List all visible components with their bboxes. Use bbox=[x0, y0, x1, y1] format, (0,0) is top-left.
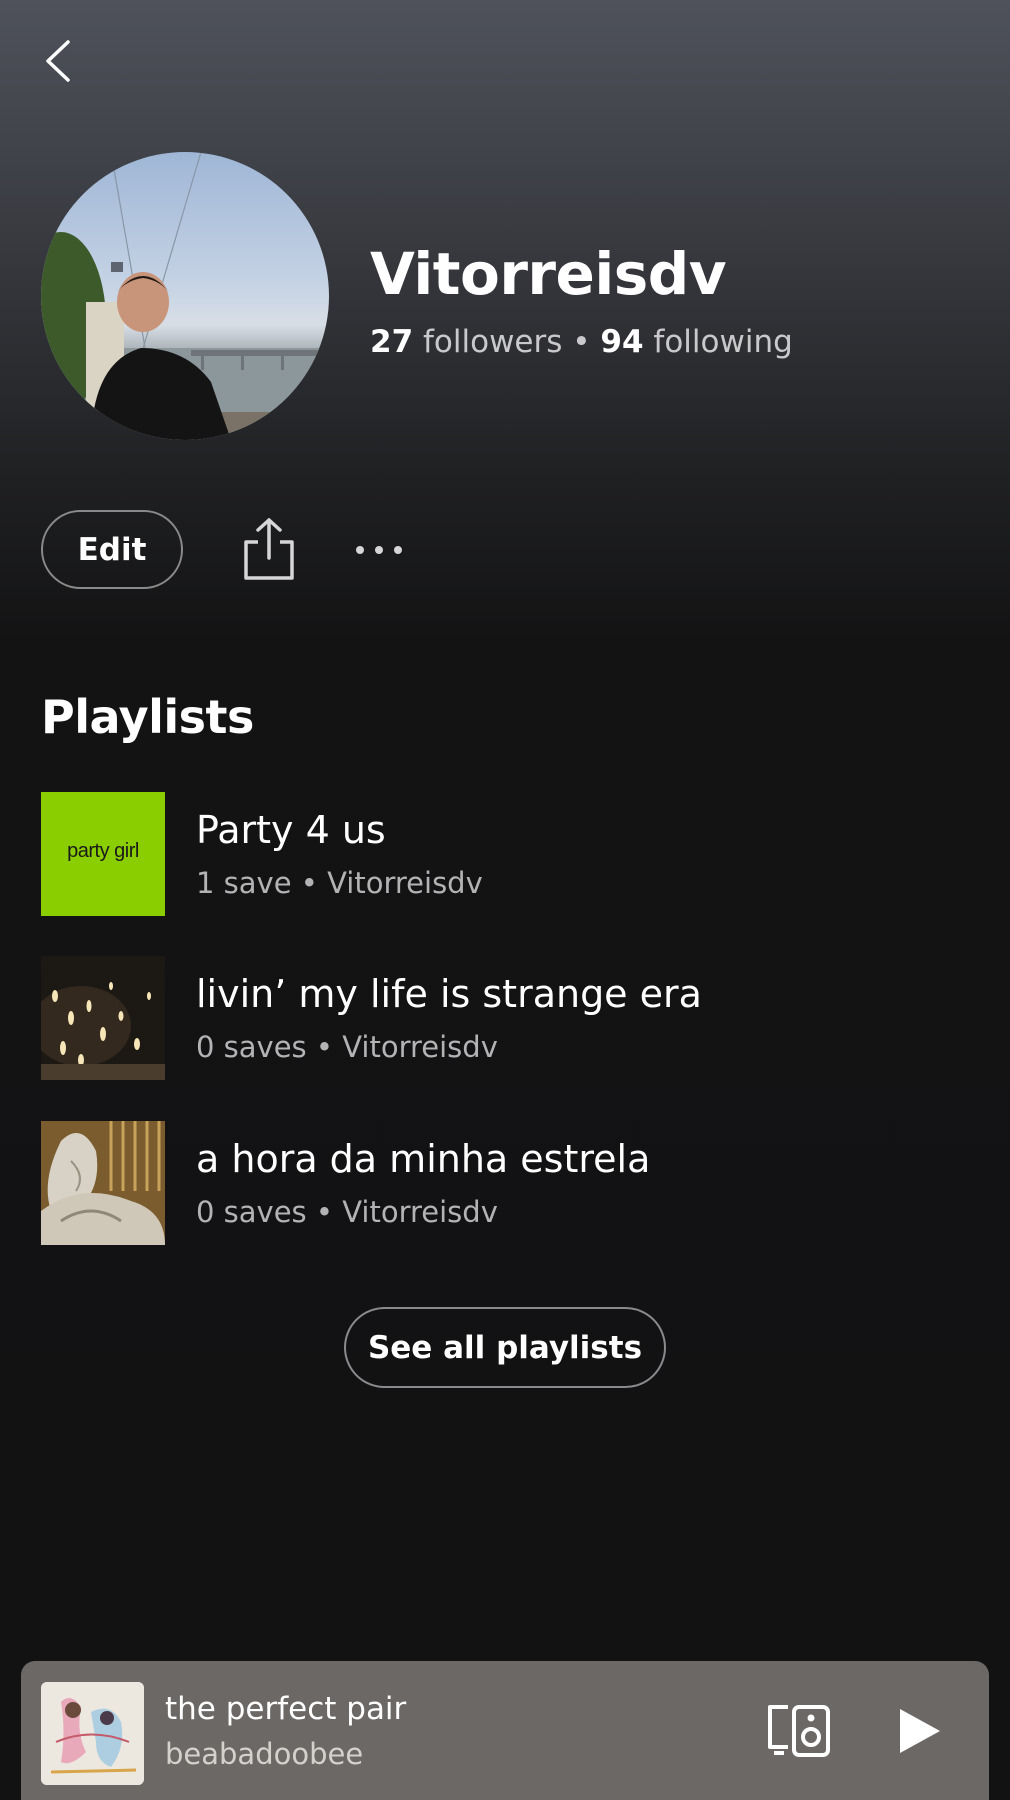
now-playing-album-art bbox=[41, 1682, 144, 1785]
play-icon bbox=[900, 1709, 940, 1753]
playlist-item[interactable]: a hora da minha estrela 0 saves • Vitorr… bbox=[41, 1121, 941, 1245]
playlist-title: Party 4 us bbox=[196, 808, 386, 852]
now-playing-title: the perfect pair bbox=[165, 1691, 407, 1727]
playlist-subtitle: 0 saves • Vitorreisdv bbox=[196, 1030, 498, 1064]
playlist-cover: party girl bbox=[41, 792, 165, 916]
playlist-title: a hora da minha estrela bbox=[196, 1137, 651, 1181]
share-button[interactable] bbox=[240, 516, 298, 582]
playlist-cover-text: party girl bbox=[67, 840, 139, 862]
album-art-image bbox=[41, 1682, 144, 1785]
profile-photo bbox=[41, 152, 329, 440]
more-options-button[interactable] bbox=[354, 530, 404, 570]
playlist-title: livin’ my life is strange era bbox=[196, 972, 702, 1016]
followers-label[interactable]: followers bbox=[423, 324, 562, 360]
playlist-item[interactable]: party girl Party 4 us 1 save • Vitorreis… bbox=[41, 792, 941, 916]
playlist-cover-image bbox=[41, 1121, 165, 1245]
play-button[interactable] bbox=[894, 1705, 944, 1757]
following-label[interactable]: following bbox=[653, 324, 792, 360]
followers-count[interactable]: 27 bbox=[370, 324, 413, 360]
playlist-cover bbox=[41, 956, 165, 1080]
chevron-left-icon bbox=[46, 40, 70, 82]
profile-avatar[interactable] bbox=[41, 152, 329, 440]
back-button[interactable] bbox=[38, 36, 82, 86]
profile-name: Vitorreisdv bbox=[370, 240, 727, 308]
now-playing-artist: beabadoobee bbox=[165, 1737, 364, 1771]
playlists-heading: Playlists bbox=[41, 690, 254, 744]
playlist-cover-image bbox=[41, 956, 165, 1080]
playlist-cover bbox=[41, 1121, 165, 1245]
connect-device-icon bbox=[768, 1705, 830, 1757]
edit-button[interactable]: Edit bbox=[41, 510, 183, 589]
more-options-icon bbox=[356, 546, 402, 554]
playlist-subtitle: 1 save • Vitorreisdv bbox=[196, 866, 483, 900]
playlist-subtitle: 0 saves • Vitorreisdv bbox=[196, 1195, 498, 1229]
connect-device-button[interactable] bbox=[766, 1703, 832, 1759]
see-all-playlists-button[interactable]: See all playlists bbox=[344, 1307, 666, 1388]
now-playing-bar[interactable]: the perfect pair beabadoobee bbox=[21, 1661, 989, 1800]
following-count[interactable]: 94 bbox=[600, 324, 643, 360]
follow-stats: 27 followers • 94 following bbox=[370, 324, 793, 360]
share-icon bbox=[244, 518, 294, 580]
stats-separator: • bbox=[572, 324, 591, 360]
playlist-item[interactable]: livin’ my life is strange era 0 saves • … bbox=[41, 956, 941, 1080]
